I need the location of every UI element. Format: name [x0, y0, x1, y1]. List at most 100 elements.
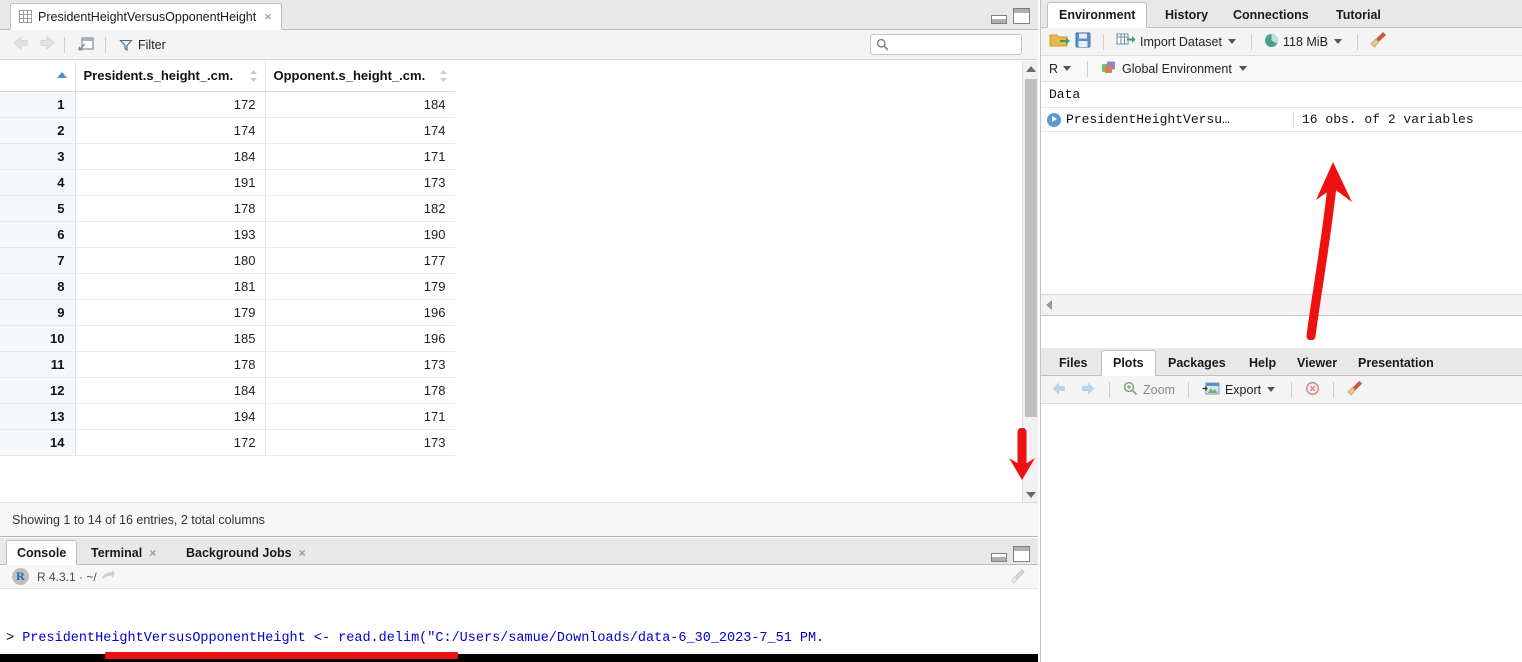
environment-horizontal-scrollbar[interactable]: [1041, 294, 1522, 316]
tab-packages-label: Packages: [1168, 356, 1226, 370]
export-button[interactable]: Export: [1225, 383, 1278, 397]
scroll-left-icon[interactable]: [1046, 300, 1052, 310]
row-number-cell: 14: [0, 429, 76, 456]
console-output[interactable]: > PresidentHeightVersusOpponentHeight <-…: [0, 589, 1038, 659]
table-row[interactable]: 14 172 173: [0, 429, 456, 456]
table-row[interactable]: 4 191 173: [0, 169, 456, 196]
table-row[interactable]: 8 181 179: [0, 273, 456, 300]
toolbar-divider-2: [105, 36, 106, 53]
tab-viewer[interactable]: Viewer: [1285, 350, 1349, 376]
table-row[interactable]: 1 172 184: [0, 91, 456, 118]
table-row[interactable]: 6 193 190: [0, 221, 456, 248]
maximize-console-button[interactable]: [1013, 546, 1030, 562]
arrow-left-icon[interactable]: [12, 35, 34, 55]
tab-connections[interactable]: Connections: [1221, 2, 1321, 28]
broom-icon[interactable]: [1370, 31, 1388, 52]
cell-president-height: 180: [75, 247, 266, 274]
tab-terminal-label: Terminal: [91, 545, 143, 560]
arrow-left-icon-plots[interactable]: [1051, 381, 1071, 399]
sort-ascending-icon: [56, 72, 67, 78]
table-row[interactable]: 2 174 174: [0, 117, 456, 144]
tab-history[interactable]: History: [1153, 2, 1220, 28]
env-toolbar-divider-2: [1250, 33, 1252, 50]
plots-display-area: [1041, 404, 1522, 662]
cell-opponent-height: 174: [265, 117, 456, 144]
magnifier-icon[interactable]: [1123, 381, 1138, 399]
close-icon-jobs[interactable]: ×: [299, 546, 306, 560]
open-in-new-window-icon[interactable]: [73, 34, 97, 56]
tab-packages[interactable]: Packages: [1156, 350, 1238, 376]
search-box[interactable]: [870, 34, 1022, 55]
tab-help[interactable]: Help: [1237, 350, 1288, 376]
arrow-right-icon-plots[interactable]: [1076, 381, 1096, 399]
zoom-label: Zoom: [1143, 382, 1175, 397]
chevron-down-icon: [1026, 492, 1036, 498]
scroll-up-button[interactable]: [1023, 61, 1038, 77]
filter-label: Filter: [138, 37, 166, 52]
language-selector[interactable]: R: [1049, 62, 1074, 76]
table-row[interactable]: 7 180 177: [0, 247, 456, 274]
filter-button[interactable]: Filter: [114, 36, 171, 54]
close-icon-terminal[interactable]: ×: [149, 546, 156, 560]
column-header-president[interactable]: President.s_height_.cm.: [75, 61, 266, 92]
global-environment-selector[interactable]: Global Environment: [1122, 62, 1250, 76]
env-toolbar-divider-3: [1356, 33, 1358, 50]
table-row[interactable]: 13 194 171: [0, 403, 456, 430]
source-tabbar: PresidentHeightVersusOpponentHeight ×: [0, 0, 1038, 30]
memory-usage-button[interactable]: 118 MiB: [1283, 35, 1345, 49]
tab-terminal[interactable]: Terminal ×: [80, 540, 167, 565]
scrollbar-thumb[interactable]: [1025, 79, 1037, 417]
row-number-header[interactable]: [0, 61, 76, 92]
table-row[interactable]: 10 185 196: [0, 325, 456, 352]
row-number-cell: 8: [0, 273, 76, 300]
left-column: PresidentHeightVersusOpponentHeight × Fi…: [0, 0, 1038, 662]
save-disk-icon[interactable]: [1075, 32, 1091, 51]
environment-pane: Environment History Connections Tutorial: [1041, 0, 1522, 340]
scroll-down-button[interactable]: [1023, 487, 1038, 503]
table-row[interactable]: 11 178 173: [0, 351, 456, 378]
search-input[interactable]: [893, 37, 1013, 52]
plots-divider-3: [1291, 381, 1293, 398]
clear-console-icon[interactable]: [1010, 569, 1026, 588]
table-row[interactable]: 5 178 182: [0, 195, 456, 222]
minimize-console-button[interactable]: [991, 553, 1007, 562]
maximize-pane-button[interactable]: [1013, 8, 1030, 24]
environment-variable-row[interactable]: PresidentHeightVersu… 16 obs. of 2 varia…: [1041, 108, 1522, 132]
tab-background-jobs[interactable]: Background Jobs ×: [175, 540, 317, 565]
grid-vertical-scrollbar[interactable]: [1022, 61, 1038, 503]
table-row[interactable]: 3 184 171: [0, 143, 456, 170]
zoom-button[interactable]: Zoom: [1143, 383, 1175, 397]
broom-icon-plots[interactable]: [1347, 380, 1364, 400]
open-folder-icon[interactable]: [1049, 31, 1071, 52]
tab-files[interactable]: Files: [1047, 350, 1100, 376]
table-header-row: President.s_height_.cm. Opponent.s_heigh: [0, 61, 456, 92]
cell-opponent-height: 182: [265, 195, 456, 222]
minimize-pane-button[interactable]: [991, 15, 1007, 24]
arrow-right-icon[interactable]: [34, 35, 56, 55]
cell-opponent-height: 173: [265, 169, 456, 196]
tab-tutorial[interactable]: Tutorial: [1324, 2, 1393, 28]
table-row[interactable]: 9 179 196: [0, 299, 456, 326]
column-header-opponent[interactable]: Opponent.s_height_.cm.: [265, 61, 456, 92]
close-icon[interactable]: ×: [264, 10, 272, 23]
tab-history-label: History: [1165, 8, 1209, 22]
tab-console[interactable]: Console: [6, 540, 78, 565]
cell-opponent-height: 179: [265, 273, 456, 300]
tab-dataset[interactable]: PresidentHeightVersusOpponentHeight ×: [10, 3, 282, 30]
environment-section-label: Data: [1049, 87, 1081, 102]
environment-scope-bar: R Global Environment: [1041, 56, 1522, 82]
cell-opponent-height: 171: [265, 143, 456, 170]
open-directory-icon[interactable]: [101, 569, 116, 584]
remove-plot-icon[interactable]: [1305, 381, 1320, 399]
tab-plots[interactable]: Plots: [1101, 350, 1156, 376]
grid-status-text: Showing 1 to 14 of 16 entries, 2 total c…: [12, 512, 265, 527]
tab-presentation[interactable]: Presentation: [1346, 350, 1446, 376]
tab-environment[interactable]: Environment: [1047, 2, 1148, 28]
table-row[interactable]: 12 184 178: [0, 377, 456, 404]
import-dataset-label: Import Dataset: [1140, 34, 1222, 49]
plots-divider-2: [1187, 381, 1189, 398]
tab-files-label: Files: [1059, 356, 1088, 370]
import-dataset-button[interactable]: Import Dataset: [1140, 35, 1239, 49]
tab-plots-label: Plots: [1113, 356, 1144, 370]
expand-circle-icon[interactable]: [1047, 112, 1061, 127]
